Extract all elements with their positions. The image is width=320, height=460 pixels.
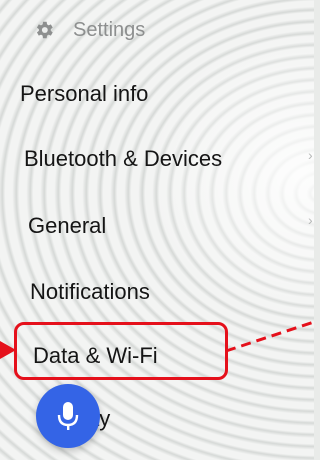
- voice-input-button[interactable]: [36, 384, 100, 448]
- menu-item-label: Notifications: [30, 279, 150, 304]
- settings-screen: Settings Personal info Bluetooth & Devic…: [0, 0, 314, 460]
- settings-header: Settings: [33, 15, 145, 45]
- menu-item-label: Personal info: [20, 81, 149, 106]
- menu-item-personal-info[interactable]: Personal info: [20, 79, 148, 109]
- annotation-arrow-icon: [0, 341, 16, 359]
- menu-item-notifications[interactable]: Notifications: [30, 277, 150, 307]
- chevron-right-icon: ›: [308, 147, 313, 163]
- page-title: Settings: [73, 18, 146, 41]
- microphone-icon: [57, 402, 79, 430]
- menu-item-label: Bluetooth & Devices: [24, 146, 223, 171]
- menu-item-general[interactable]: General: [28, 211, 106, 241]
- chevron-right-icon: ›: [308, 212, 313, 228]
- highlight-box: [14, 322, 228, 380]
- menu-item-bluetooth-devices[interactable]: Bluetooth & Devices: [24, 144, 222, 174]
- annotation-dashed-line: [225, 320, 314, 353]
- menu-item-label: General: [28, 213, 107, 238]
- gear-icon: [36, 21, 53, 39]
